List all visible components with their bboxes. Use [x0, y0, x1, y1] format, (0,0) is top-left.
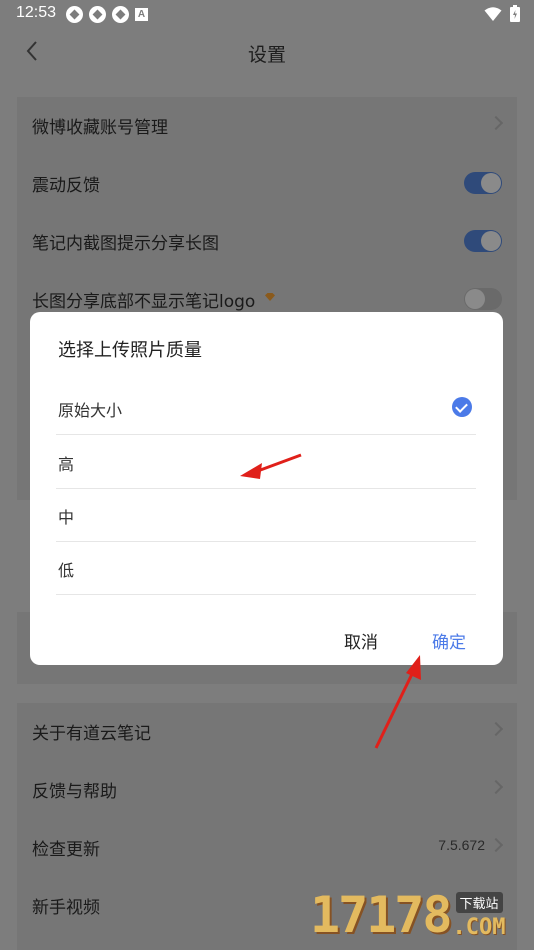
watermark-tag: 下载站	[455, 892, 503, 913]
watermark-domain: .COM	[452, 915, 506, 940]
arrow-to-confirm-button	[374, 655, 421, 749]
arrow-to-high-option	[240, 453, 302, 479]
annotation-arrows	[240, 453, 421, 749]
site-watermark: 17178 下载站 .COM	[310, 890, 506, 940]
watermark-number: 17178	[310, 886, 453, 944]
